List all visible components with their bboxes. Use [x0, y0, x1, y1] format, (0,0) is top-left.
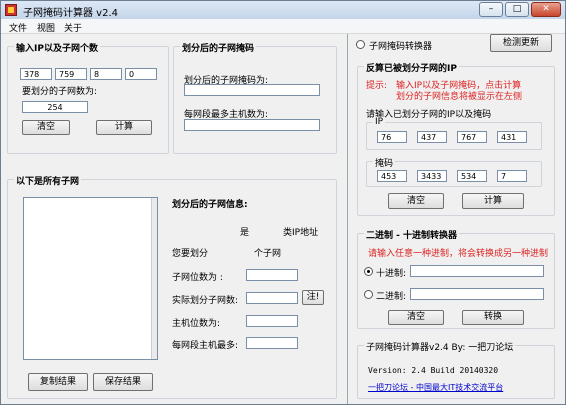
converter-radio[interactable]	[356, 40, 365, 49]
decimal-radio[interactable]	[364, 267, 373, 276]
binconv-convert-button[interactable]: 转换	[462, 310, 524, 325]
hosts-output[interactable]	[184, 119, 320, 131]
reverse-mask-octet-4[interactable]: 7	[497, 170, 527, 182]
input-group: 输入IP以及子网个数 378 759 8 0 要划分的子网数为: 254 清空 …	[7, 41, 169, 154]
menu-file[interactable]: 文件	[9, 21, 27, 34]
decimal-input[interactable]	[410, 265, 544, 277]
minimize-icon[interactable]: –	[479, 2, 503, 17]
about-group-title: 子网掩码计算器v2.4 By: 一把刀论坛	[364, 340, 516, 353]
host-bits-label: 主机位数为:	[172, 319, 221, 329]
reverse-group: 反算已被划分子网的IP 提示: 输入IP以及子网掩码，点击计算 划分的子网信息将…	[357, 61, 555, 216]
max-hosts-label: 每网段主机最多:	[172, 341, 239, 351]
binary-label: 二进制:	[376, 292, 407, 302]
ip-octet-2[interactable]: 759	[55, 68, 87, 80]
subnet-bits-label: 子网位数为 :	[172, 273, 223, 283]
subnet-unit-label: 个子网	[254, 249, 282, 259]
app-window: 子网掩码计算器 v2.4 – □ ✕ 文件 视图 关于 输入IP以及子网个数 3…	[0, 0, 566, 405]
reverse-group-title: 反算已被划分子网的IP	[364, 61, 459, 74]
subnet-bits-output[interactable]	[246, 269, 298, 281]
reverse-clear-button[interactable]: 清空	[388, 193, 444, 209]
reverse-ip-box: IP 76 437 767 431	[366, 117, 542, 150]
host-bits-output[interactable]	[246, 315, 298, 327]
reverse-ip-octet-2[interactable]: 437	[417, 131, 447, 143]
subnet-count-input[interactable]: 254	[22, 101, 88, 113]
binconv-hint: 请输入任意一种进制，将会转换成另一种进制	[368, 249, 549, 259]
actual-subnets-output[interactable]	[246, 292, 298, 304]
binconv-clear-button[interactable]: 清空	[388, 310, 444, 325]
hint-line-2: 划分的子网信息将被显示在左侧	[396, 92, 523, 102]
menu-about[interactable]: 关于	[64, 21, 82, 34]
max-hosts-output[interactable]	[246, 337, 298, 349]
decimal-label: 十进制:	[376, 269, 407, 279]
reverse-ip-octet-3[interactable]: 767	[457, 131, 487, 143]
reverse-mask-octet-2[interactable]: 3433	[417, 170, 447, 182]
window-title: 子网掩码计算器 v2.4	[23, 8, 118, 19]
mask-output[interactable]	[184, 84, 320, 96]
subnets-group-title: 以下是所有子网	[14, 174, 82, 187]
reverse-ip-octet-4[interactable]: 431	[497, 131, 527, 143]
actual-subnets-label: 实际划分子网数:	[172, 296, 239, 306]
subnet-count-label: 要划分的子网数为:	[22, 87, 98, 97]
ip-octet-4[interactable]: 0	[125, 68, 157, 80]
binary-radio[interactable]	[364, 290, 373, 299]
class-label: 类IP地址	[283, 228, 319, 238]
subnets-group: 以下是所有子网 划分后的子网信息: 是 类IP地址 您要划分 个子网 子网位数为…	[7, 174, 337, 399]
subnet-list[interactable]	[23, 197, 158, 360]
version-text: Version: 2.4 Build 20140320	[368, 366, 499, 375]
subnet-list-scrollbar[interactable]	[151, 198, 157, 359]
app-icon	[5, 4, 17, 16]
vertical-separator	[347, 34, 348, 404]
info-title: 划分后的子网信息:	[172, 200, 248, 210]
reverse-mask-octet-3[interactable]: 534	[457, 170, 487, 182]
save-result-button[interactable]: 保存结果	[93, 373, 153, 391]
mask-group-title: 划分后的子网掩码	[180, 41, 257, 54]
binary-input[interactable]	[410, 288, 544, 300]
reverse-mask-label: 掩码	[373, 156, 396, 169]
mask-group: 划分后的子网掩码 划分后的子网掩码为: 每网段最多主机数为:	[173, 41, 337, 154]
binconv-group-title: 二进制 - 十进制转换器	[364, 228, 460, 241]
reverse-ip-octet-1[interactable]: 76	[377, 131, 407, 143]
reverse-ip-label: IP	[373, 117, 386, 127]
binconv-group: 二进制 - 十进制转换器 请输入任意一种进制，将会转换成另一种进制 十进制: 二…	[357, 228, 555, 329]
ip-octet-1[interactable]: 378	[20, 68, 52, 80]
copy-result-button[interactable]: 复制结果	[28, 373, 88, 391]
about-group: 子网掩码计算器v2.4 By: 一把刀论坛 Version: 2.4 Build…	[357, 340, 555, 399]
converter-radio-label: 子网掩码转换器	[369, 42, 433, 52]
menu-view[interactable]: 视图	[37, 21, 55, 34]
input-group-title: 输入IP以及子网个数	[14, 41, 100, 54]
maximize-icon[interactable]: □	[505, 2, 529, 17]
close-icon[interactable]: ✕	[531, 2, 561, 17]
reverse-mask-box: 掩码 453 3433 534 7	[366, 156, 542, 187]
reverse-mask-octet-1[interactable]: 453	[377, 170, 407, 182]
clear-button[interactable]: 清空	[22, 120, 70, 135]
menu-bar: 文件 视图 关于	[1, 19, 565, 34]
calc-button[interactable]: 计算	[96, 120, 152, 135]
ip-octet-3[interactable]: 8	[90, 68, 122, 80]
forum-link[interactable]: 一把刀论坛 - 中国最大IT技术交流平台	[368, 382, 503, 393]
detect-update-button[interactable]: 检测更新	[490, 34, 552, 52]
is-label: 是	[240, 228, 250, 238]
hint-prefix: 提示:	[366, 81, 388, 91]
you-want-label: 您要划分	[172, 249, 209, 259]
title-bar[interactable]: 子网掩码计算器 v2.4 – □ ✕	[1, 1, 565, 19]
reverse-calc-button[interactable]: 计算	[462, 193, 524, 209]
note-button[interactable]: 注!	[302, 290, 324, 305]
